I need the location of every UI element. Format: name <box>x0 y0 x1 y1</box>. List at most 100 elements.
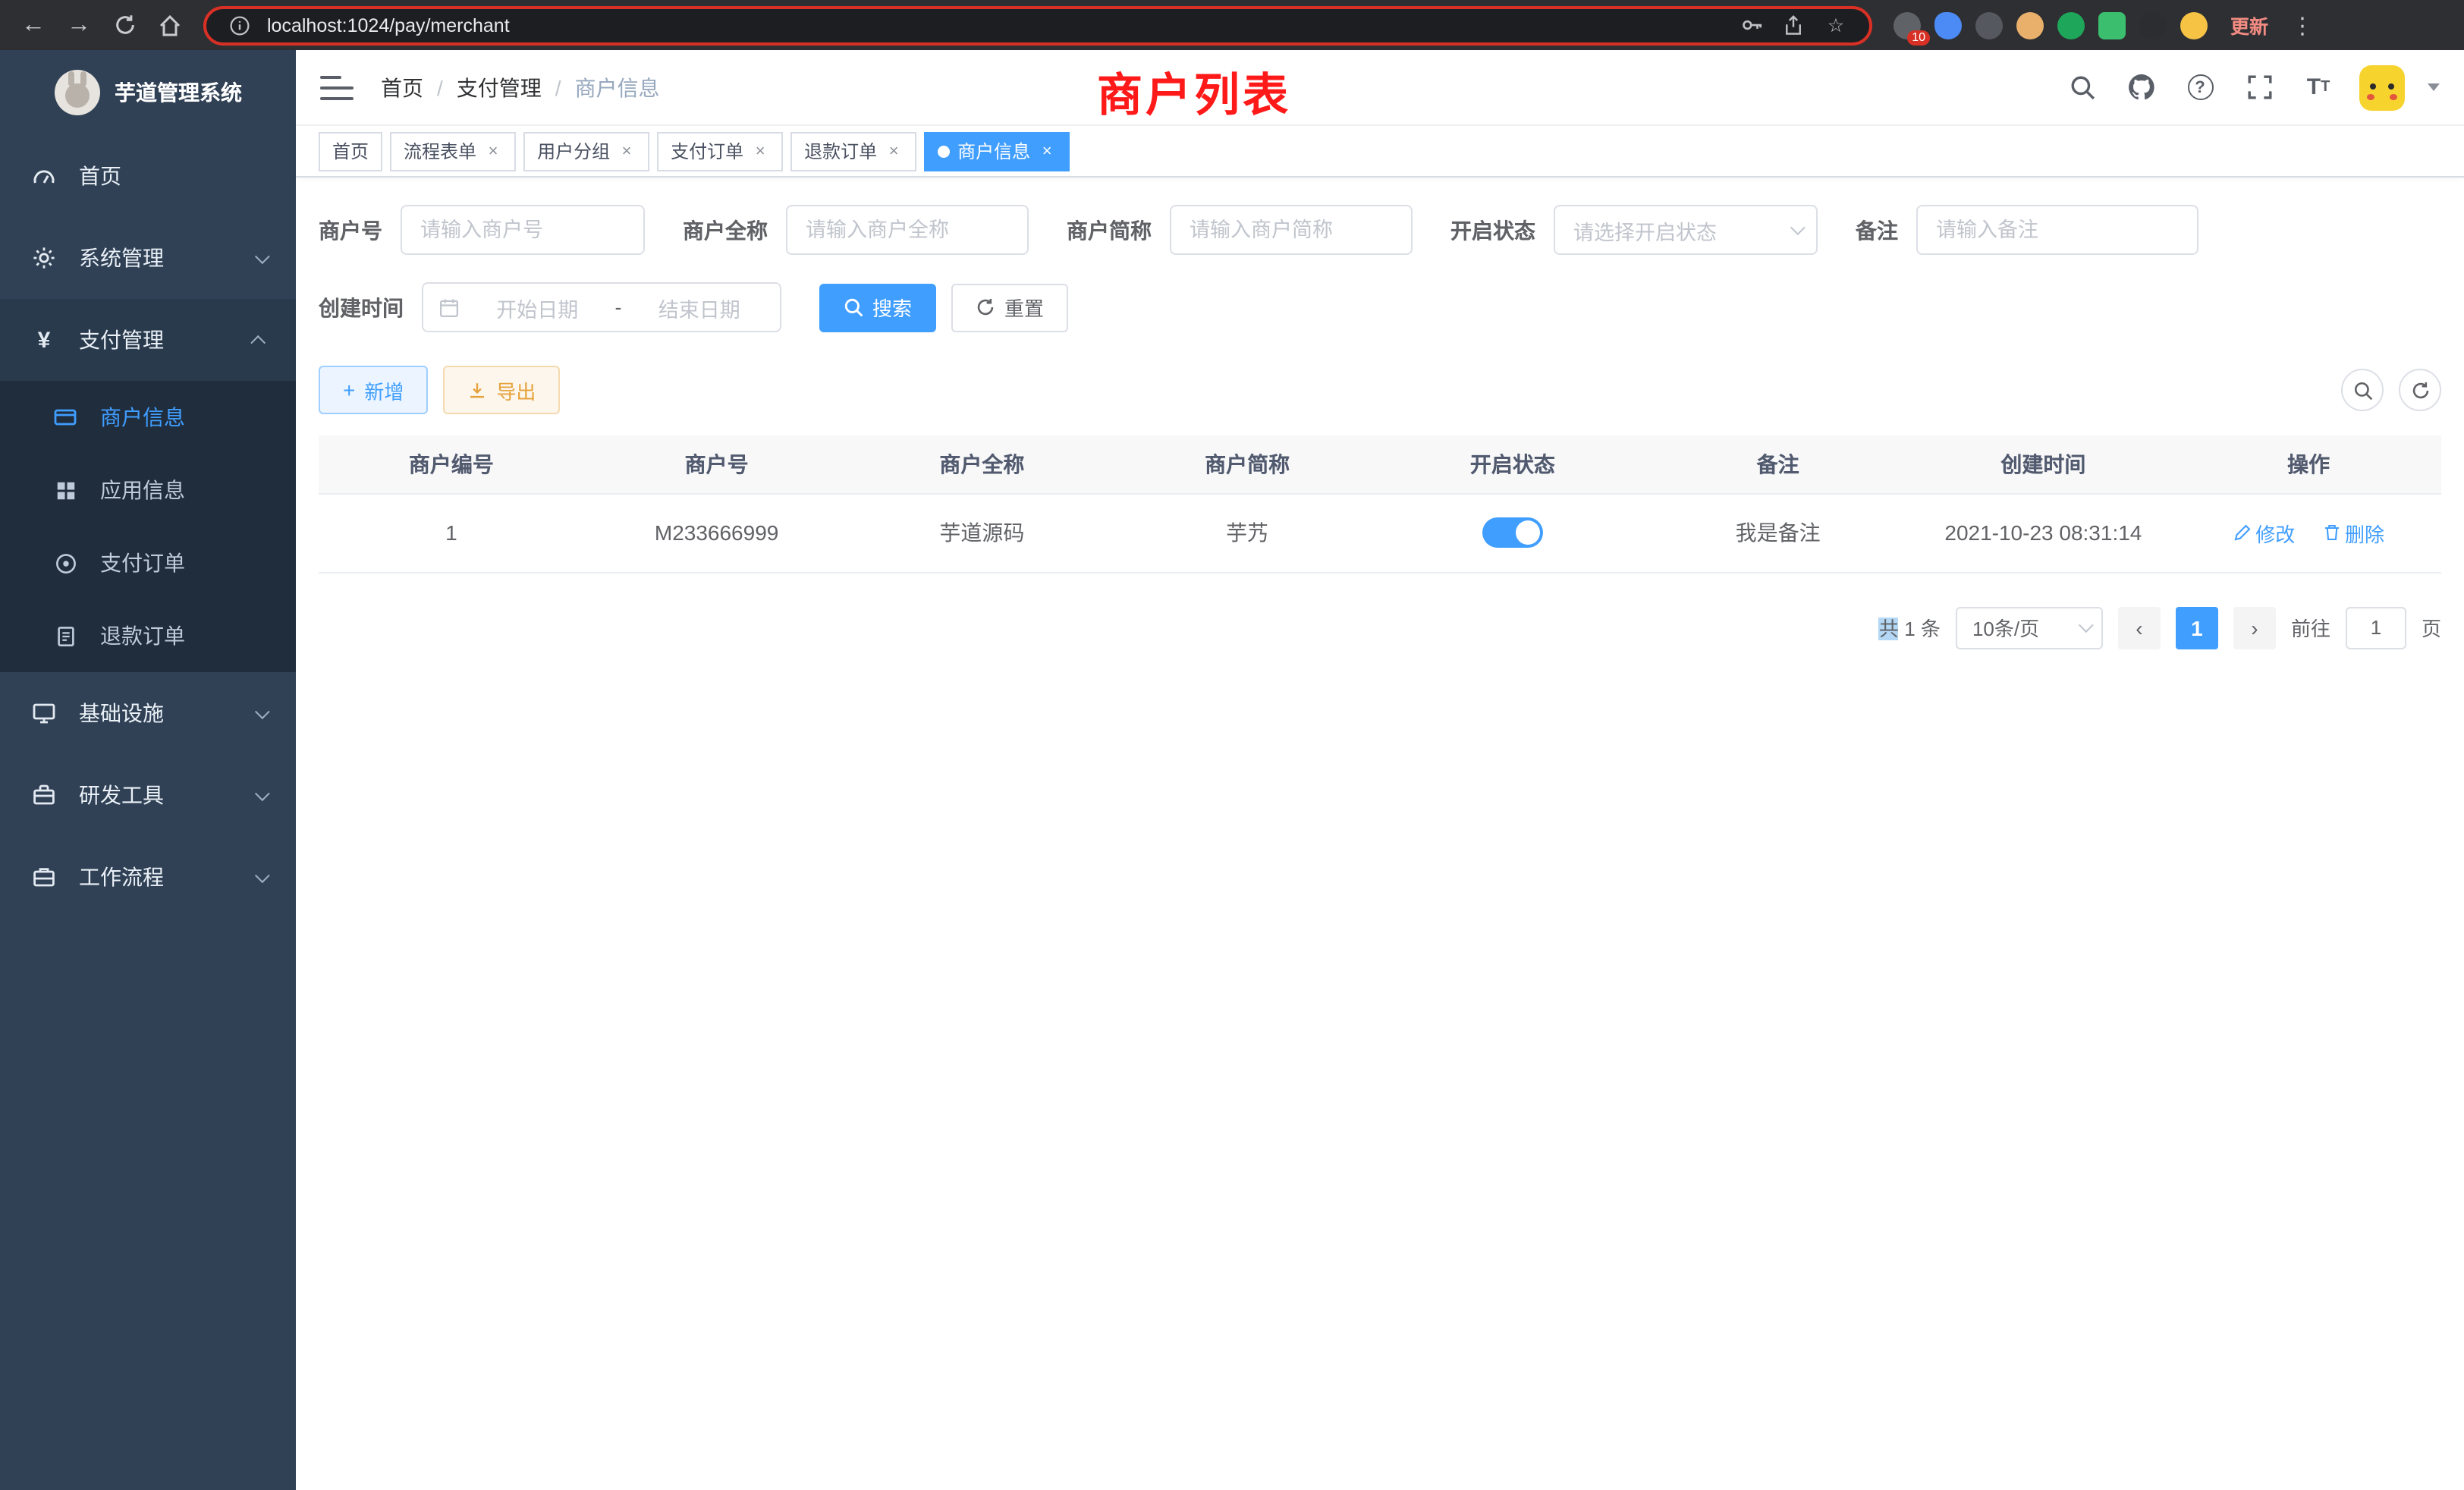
edit-link[interactable]: 修改 <box>2233 518 2295 547</box>
font-size-icon[interactable]: TT <box>2300 69 2337 105</box>
password-key-icon[interactable] <box>1736 14 1766 36</box>
tab-home[interactable]: 首页 <box>319 131 382 171</box>
site-info-icon[interactable] <box>225 14 255 36</box>
url-text[interactable]: localhost:1024/pay/merchant <box>267 14 1724 36</box>
close-icon[interactable]: × <box>751 142 769 160</box>
delete-link[interactable]: 删除 <box>2322 518 2384 547</box>
page-number-1[interactable]: 1 <box>2176 606 2218 649</box>
sidebar-item-app-info[interactable]: 应用信息 <box>0 454 296 527</box>
url-bar[interactable]: localhost:1024/pay/merchant ☆ <box>203 5 1872 45</box>
cell-merchant-no: M233666999 <box>584 493 850 572</box>
hide-search-icon[interactable] <box>2341 369 2384 411</box>
breadcrumb: 首页 / 支付管理 / 商户信息 <box>381 72 660 102</box>
breadcrumb-home[interactable]: 首页 <box>381 72 423 102</box>
status-label: 开启状态 <box>1450 215 1535 245</box>
sidebar-item-label: 支付订单 <box>100 548 185 578</box>
sidebar-item-system[interactable]: 系统管理 <box>0 217 296 299</box>
sidebar-item-label: 基础设施 <box>79 698 164 728</box>
gear-icon <box>30 246 58 270</box>
back-icon[interactable]: ← <box>12 4 55 46</box>
breadcrumb-payment[interactable]: 支付管理 <box>457 72 542 102</box>
chevron-down-icon <box>255 785 270 800</box>
close-icon[interactable]: × <box>618 142 636 160</box>
page-size-select[interactable]: 10条/页 <box>1956 606 2103 649</box>
chevron-down-icon <box>255 867 270 882</box>
search-icon[interactable] <box>2063 69 2100 105</box>
delete-link-label: 删除 <box>2345 518 2384 547</box>
extension-icon-6[interactable] <box>2098 11 2126 39</box>
sidebar-item-dev-tools[interactable]: 研发工具 <box>0 754 296 836</box>
sidebar-item-home[interactable]: 首页 <box>0 135 296 217</box>
avatar-caret-icon[interactable] <box>2428 83 2440 91</box>
filter-form: 商户号 商户全称 商户简称 开启状态 请选择开启状态 <box>296 178 2464 332</box>
add-button[interactable]: + 新增 <box>319 366 428 414</box>
target-icon <box>52 552 79 574</box>
forward-icon[interactable]: → <box>58 4 100 46</box>
goto-page-input[interactable] <box>2346 606 2406 649</box>
col-short-name: 商户简称 <box>1114 435 1380 493</box>
extension-icon-7[interactable] <box>2139 11 2167 39</box>
chevron-down-icon <box>255 703 270 718</box>
user-avatar[interactable] <box>2359 64 2405 110</box>
refresh-table-icon[interactable] <box>2399 369 2441 411</box>
sidebar-item-label: 支付管理 <box>79 325 164 355</box>
document-icon <box>52 624 79 647</box>
tab-user-group[interactable]: 用户分组 × <box>523 131 649 171</box>
sidebar-item-refund-order[interactable]: 退款订单 <box>0 599 296 672</box>
tab-refund-order[interactable]: 退款订单 × <box>790 131 916 171</box>
close-icon[interactable]: × <box>885 142 903 160</box>
close-icon[interactable]: × <box>484 142 502 160</box>
short-name-input[interactable] <box>1170 205 1413 255</box>
home-icon[interactable] <box>149 4 191 46</box>
search-button[interactable]: 搜索 <box>819 283 936 332</box>
edit-link-label: 修改 <box>2255 518 2295 547</box>
create-time-range-picker[interactable]: 开始日期 - 结束日期 <box>422 282 781 332</box>
prev-page-button[interactable]: ‹ <box>2118 606 2161 649</box>
logo[interactable]: 芋道管理系统 <box>0 50 296 135</box>
export-button-label: 导出 <box>496 376 536 404</box>
merchant-no-input[interactable] <box>401 205 645 255</box>
reset-button[interactable]: 重置 <box>951 283 1068 332</box>
extension-icon-3[interactable] <box>1975 11 2003 39</box>
col-create-time: 创建时间 <box>1911 435 2176 493</box>
status-select[interactable]: 请选择开启状态 <box>1554 205 1818 255</box>
tab-pay-order[interactable]: 支付订单 × <box>657 131 783 171</box>
close-icon[interactable]: × <box>1038 142 1056 160</box>
extension-icon-4[interactable] <box>2016 11 2044 39</box>
active-dot <box>938 145 950 157</box>
cell-remark: 我是备注 <box>1645 493 1911 572</box>
bookmark-star-icon[interactable]: ☆ <box>1821 14 1851 36</box>
card-icon <box>52 405 79 429</box>
top-navbar: 首页 / 支付管理 / 商户信息 ? TT <box>296 50 2464 126</box>
extension-icon-2[interactable] <box>1934 11 1962 39</box>
browser-update-button[interactable]: 更新 <box>2230 11 2268 39</box>
pencil-icon <box>2233 523 2251 542</box>
reset-button-label: 重置 <box>1004 293 1044 322</box>
extension-icon-5[interactable] <box>2057 11 2085 39</box>
tab-label: 商户信息 <box>957 138 1030 164</box>
sidebar-item-pay-order[interactable]: 支付订单 <box>0 527 296 599</box>
sidebar-collapse-icon[interactable] <box>320 75 354 99</box>
browser-menu-icon[interactable]: ⋮ <box>2282 11 2323 39</box>
sidebar-item-payment[interactable]: ¥ 支付管理 <box>0 299 296 381</box>
tab-merchant-info[interactable]: 商户信息 × <box>924 131 1070 171</box>
sidebar-item-infrastructure[interactable]: 基础设施 <box>0 672 296 754</box>
fullscreen-icon[interactable] <box>2241 69 2277 105</box>
share-icon[interactable] <box>1778 14 1809 36</box>
next-page-button[interactable]: › <box>2233 606 2276 649</box>
reload-icon[interactable] <box>103 4 146 46</box>
extension-icon-8[interactable] <box>2180 11 2208 39</box>
full-name-input[interactable] <box>786 205 1029 255</box>
col-status: 开启状态 <box>1380 435 1645 493</box>
export-button[interactable]: 导出 <box>443 366 560 414</box>
remark-input[interactable] <box>1916 205 2198 255</box>
status-toggle[interactable] <box>1482 517 1543 548</box>
chevron-up-icon <box>250 335 266 350</box>
sidebar-item-merchant-info[interactable]: 商户信息 <box>0 381 296 454</box>
help-icon[interactable]: ? <box>2182 69 2218 105</box>
github-icon[interactable] <box>2123 69 2159 105</box>
tab-process-form[interactable]: 流程表单 × <box>390 131 516 171</box>
extension-icon-1[interactable]: 10 <box>1894 11 1921 39</box>
sidebar-item-workflow[interactable]: 工作流程 <box>0 836 296 918</box>
merchant-table: 商户编号 商户号 商户全称 商户简称 开启状态 备注 创建时间 操作 1 M23… <box>319 435 2441 573</box>
